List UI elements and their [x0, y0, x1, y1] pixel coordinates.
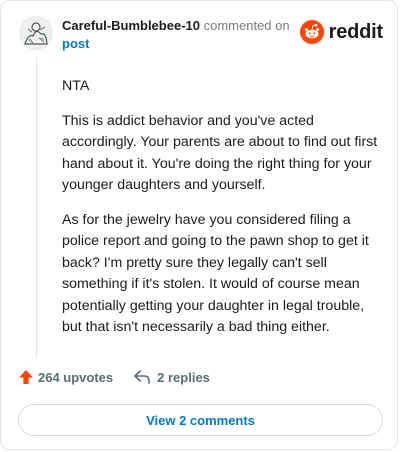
reddit-logo[interactable]: reddit — [299, 20, 384, 44]
comment-card: Careful-Bumblebee-10 commented on post r… — [0, 0, 398, 450]
comment-body: NTA This is addict behavior and you've a… — [62, 76, 382, 352]
upvote-count: 264 upvotes — [38, 369, 114, 385]
comment-paragraph: This is addict behavior and you've acted… — [62, 112, 378, 194]
comment-header: Careful-Bumblebee-10 commented on post — [62, 17, 302, 53]
username[interactable]: Careful-Bumblebee-10 — [62, 18, 200, 33]
reddit-wordmark: reddit — [328, 20, 384, 43]
action-text: commented on — [203, 18, 290, 33]
comment-paragraph: NTA — [62, 78, 90, 94]
reply-arrow-icon — [134, 370, 150, 384]
comment-actions: 264 upvotes 2 replies — [18, 369, 210, 385]
view-comments-button[interactable]: View 2 comments — [18, 404, 383, 436]
post-link[interactable]: post — [62, 36, 89, 51]
thread-line — [36, 57, 37, 357]
avatar[interactable] — [19, 16, 53, 50]
upvote-button[interactable]: 264 upvotes — [18, 369, 113, 385]
comment-paragraph: As for the jewelry have you considered f… — [62, 211, 369, 336]
replies-count: 2 replies — [157, 369, 210, 385]
avatar-illustration-icon — [19, 16, 53, 50]
replies-button[interactable]: 2 replies — [133, 369, 210, 385]
reddit-snoo-icon — [299, 20, 324, 44]
upvote-arrow-icon — [19, 370, 33, 384]
